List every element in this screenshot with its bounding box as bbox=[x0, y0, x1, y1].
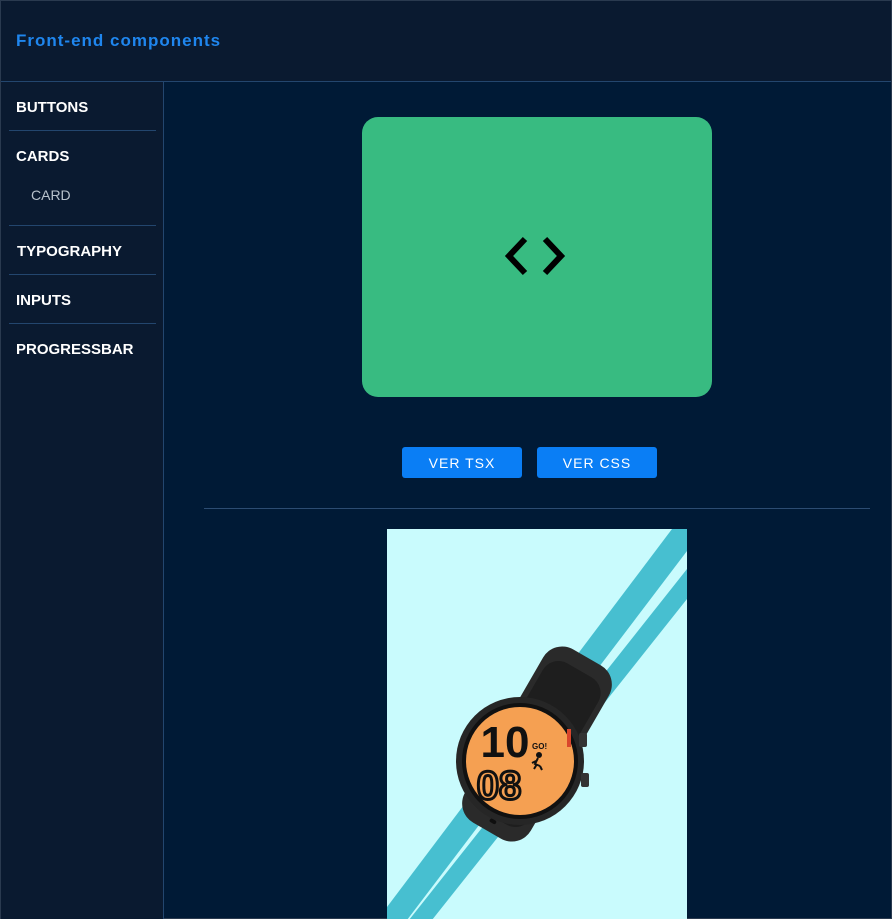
section-divider bbox=[204, 508, 870, 509]
sidebar-item-label: INPUTS bbox=[16, 292, 72, 309]
code-icon bbox=[504, 236, 566, 276]
sidebar-item-label: BUTTONS bbox=[16, 99, 89, 116]
sidebar-item-label: PROGRESSBAR bbox=[16, 341, 134, 358]
sidebar-divider bbox=[9, 274, 156, 275]
smartwatch-illustration: 10 08 GO! bbox=[387, 529, 687, 919]
accent-mark bbox=[567, 729, 571, 747]
sidebar-divider bbox=[9, 130, 156, 131]
component-preview-card bbox=[362, 117, 712, 397]
sidebar-item-label: TYPOGRAPHY bbox=[17, 243, 123, 260]
view-tsx-button[interactable]: VER TSX bbox=[402, 447, 522, 478]
smartwatch-image: 10 08 GO! bbox=[387, 529, 687, 919]
watch-hour: 10 bbox=[481, 718, 530, 767]
app-window: Front-end components BUTTONS CARDS CARD … bbox=[0, 0, 892, 919]
watch-badge: GO! bbox=[532, 742, 547, 751]
watch-minute: 08 bbox=[477, 764, 522, 808]
view-css-button[interactable]: VER CSS bbox=[537, 447, 657, 478]
app-header: Front-end components bbox=[1, 1, 891, 82]
sidebar: BUTTONS CARDS CARD TYPOGRAPHY INPUTS PRO… bbox=[1, 82, 164, 919]
sidebar-divider bbox=[9, 225, 156, 226]
sidebar-item-label: CARDS bbox=[16, 148, 70, 165]
sidebar-divider bbox=[9, 323, 156, 324]
page-title: Front-end components bbox=[16, 31, 222, 50]
sidebar-subitem-card[interactable]: CARD bbox=[31, 187, 71, 203]
